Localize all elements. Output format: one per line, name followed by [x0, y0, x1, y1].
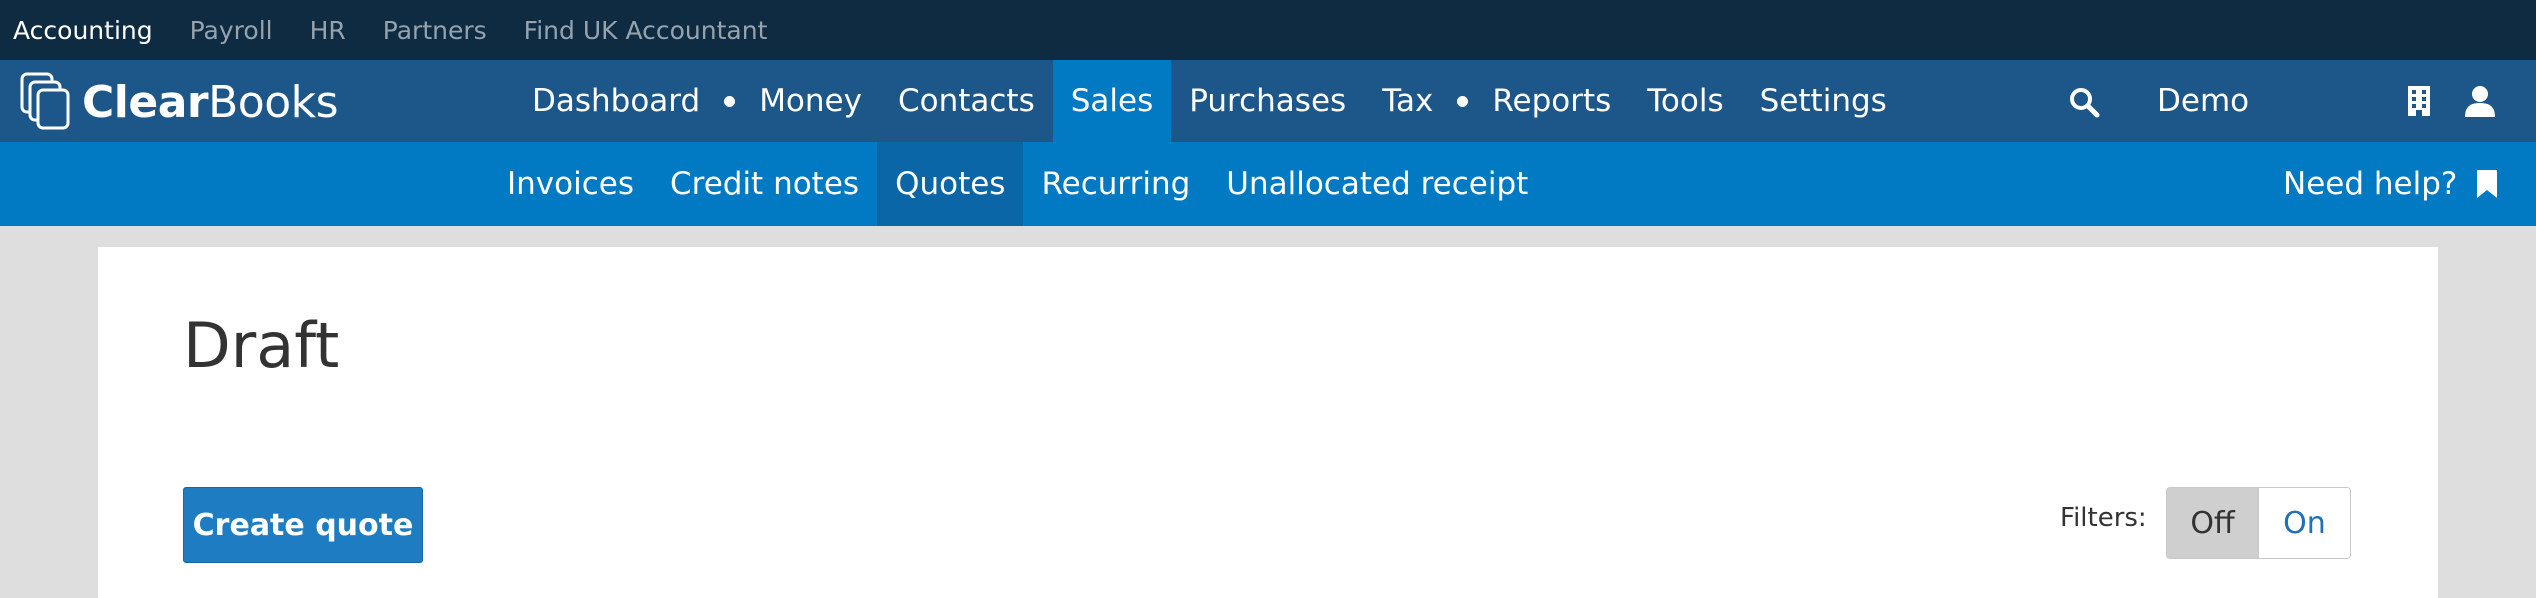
clearbooks-logo[interactable]: ClearBooks [20, 72, 339, 132]
page-title: Draft [183, 309, 340, 382]
filters-label: Filters: [2060, 503, 2147, 533]
logo-stack-icon [20, 72, 70, 130]
main-nav-items: Dashboard Money Contacts Sales Purchases… [514, 60, 1905, 142]
sub-nav-items: Invoices Credit notes Quotes Recurring U… [489, 142, 1546, 226]
product-link-partners[interactable]: Partners [383, 16, 487, 45]
nav-sales[interactable]: Sales [1052, 60, 1172, 142]
create-quote-button[interactable]: Create quote [183, 487, 423, 563]
subnav-invoices[interactable]: Invoices [489, 142, 652, 226]
product-link-hr[interactable]: HR [310, 16, 346, 45]
filters-toggle: Off On [2166, 487, 2351, 559]
nav-separator-dot [724, 95, 736, 107]
nav-purchases[interactable]: Purchases [1171, 60, 1364, 142]
building-icon[interactable] [2406, 85, 2432, 117]
nav-tools[interactable]: Tools [1629, 60, 1741, 142]
filters-on-option[interactable]: On [2259, 488, 2350, 558]
content-card: Draft Create quote Filters: Off On [98, 247, 2438, 598]
nav-money[interactable]: Money [741, 60, 880, 142]
nav-dashboard[interactable]: Dashboard [514, 60, 718, 142]
subnav-quotes[interactable]: Quotes [877, 142, 1024, 226]
nav-reports[interactable]: Reports [1474, 60, 1629, 142]
product-link-accounting[interactable]: Accounting [13, 16, 153, 45]
bookmark-icon[interactable] [2476, 169, 2498, 199]
need-help-link[interactable]: Need help? [2283, 142, 2457, 226]
nav-settings[interactable]: Settings [1742, 60, 1905, 142]
main-navigation: ClearBooks Dashboard Money Contacts Sale… [0, 60, 2536, 142]
user-icon[interactable] [2463, 84, 2497, 118]
nav-contacts[interactable]: Contacts [880, 60, 1053, 142]
logo-wordmark: ClearBooks [82, 76, 339, 128]
subnav-credit-notes[interactable]: Credit notes [652, 142, 877, 226]
product-link-find-accountant[interactable]: Find UK Accountant [524, 16, 768, 45]
nav-tax[interactable]: Tax [1364, 60, 1451, 142]
search-icon[interactable] [2068, 86, 2100, 118]
product-switcher-bar: Accounting Payroll HR Partners Find UK A… [0, 0, 2536, 60]
subnav-recurring[interactable]: Recurring [1023, 142, 1208, 226]
company-selector[interactable]: Demo [2157, 60, 2249, 142]
subnav-unallocated-receipt[interactable]: Unallocated receipt [1208, 142, 1546, 226]
filters-off-option[interactable]: Off [2167, 488, 2259, 558]
sub-navigation: Invoices Credit notes Quotes Recurring U… [0, 142, 2536, 226]
nav-separator-dot [1457, 95, 1469, 107]
product-link-payroll[interactable]: Payroll [190, 16, 273, 45]
